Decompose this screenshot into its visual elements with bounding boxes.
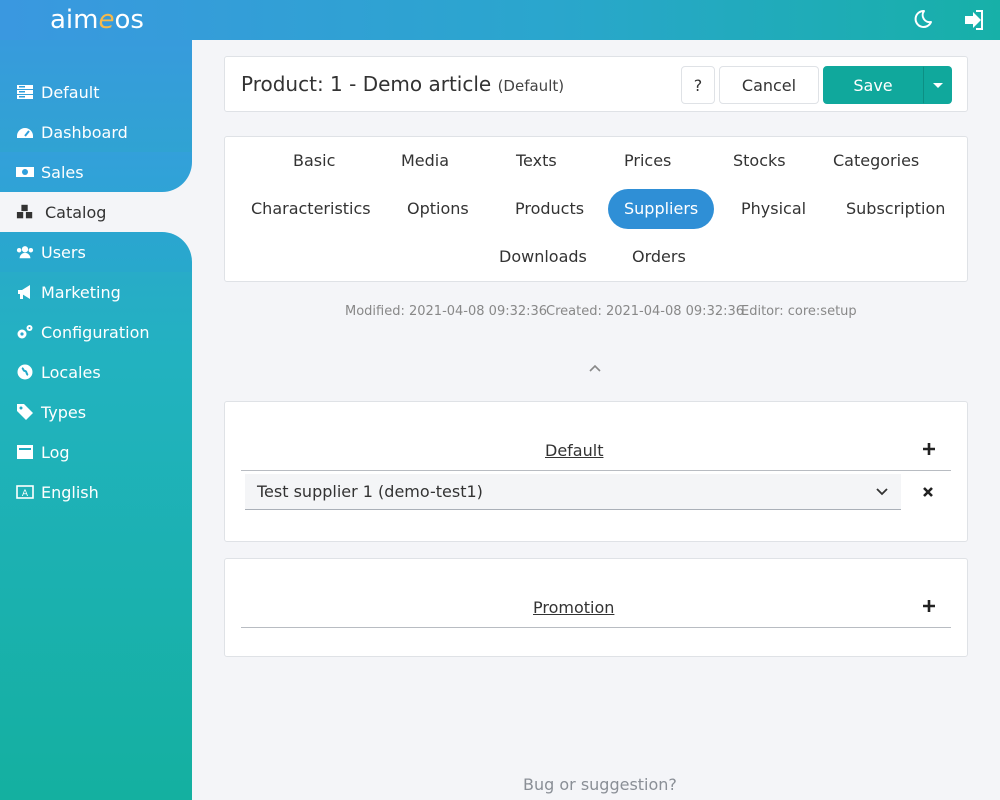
sidebar-item-label: Configuration	[41, 322, 150, 342]
plus-icon[interactable]	[922, 599, 936, 613]
tab-orders[interactable]: Orders	[616, 237, 702, 277]
tab-downloads[interactable]: Downloads	[483, 237, 603, 277]
logo[interactable]: aimeos	[50, 5, 144, 35]
tab-options[interactable]: Options	[391, 189, 485, 229]
sidebar-item-catalog[interactable]: Catalog	[0, 192, 192, 232]
logo-prefix: aim	[50, 5, 99, 35]
supplier-select[interactable]: Test supplier 1 (demo-test1)	[245, 474, 901, 510]
supplier-group-default: Default Test supplier 1 (demo-test1)	[224, 401, 968, 542]
sidebar-item-sales[interactable]: Sales	[0, 152, 192, 192]
supplier-select-value: Test supplier 1 (demo-test1)	[257, 482, 483, 501]
logo-suffix: os	[114, 5, 144, 35]
sidebar-item-label: Types	[41, 402, 87, 422]
sidebar-item-label: Catalog	[45, 202, 107, 222]
tab-navigation: Basic Media Texts Prices Stocks Categori…	[224, 136, 968, 282]
cancel-button[interactable]: Cancel	[719, 66, 819, 104]
sidebar-item-marketing[interactable]: Marketing	[0, 272, 192, 312]
sidebar-item-label: Sales	[41, 162, 84, 182]
group-title: Promotion	[533, 598, 615, 617]
users-icon	[16, 246, 34, 259]
title-text: Product: 1 - Demo article	[241, 72, 492, 96]
group-title: Default	[545, 441, 604, 460]
save-options-dropdown[interactable]	[923, 66, 952, 104]
cubes-icon	[16, 204, 33, 219]
tab-suppliers[interactable]: Suppliers	[608, 189, 715, 229]
sidebar-item-label: Locales	[41, 362, 101, 382]
created-info: Created: 2021-04-08 09:32:36	[546, 304, 745, 319]
tab-stocks[interactable]: Stocks	[717, 141, 802, 181]
tab-subscription[interactable]: Subscription	[830, 189, 961, 229]
plus-icon[interactable]	[922, 442, 936, 456]
dashboard-icon	[17, 128, 33, 138]
group-divider	[241, 627, 951, 628]
item-header: Product: 1 - Demo article (Default) ? Ca…	[224, 56, 968, 112]
globe-icon	[17, 364, 33, 380]
sidebar-item-label: English	[41, 482, 99, 502]
sidebar-nav: Default Dashboard Sales Catalog Users Ma…	[0, 72, 192, 512]
modified-info: Modified: 2021-04-08 09:32:36	[345, 304, 548, 319]
svg-text:A: A	[22, 489, 29, 499]
page-title: Product: 1 - Demo article (Default)	[241, 72, 564, 96]
save-button[interactable]: Save	[823, 66, 923, 104]
sidebar-item-locales[interactable]: Locales	[0, 352, 192, 392]
feedback-link[interactable]: Bug or suggestion?	[523, 775, 677, 794]
chevron-up-icon[interactable]	[587, 362, 603, 374]
tab-prices[interactable]: Prices	[608, 141, 687, 181]
logo-e: e	[98, 5, 115, 35]
inbox-icon	[17, 445, 33, 459]
server-icon	[17, 85, 33, 99]
tab-media[interactable]: Media	[385, 141, 465, 181]
sidebar-item-label: Log	[41, 442, 70, 462]
logout-icon[interactable]	[962, 8, 986, 32]
sidebar-item-label: Default	[41, 82, 100, 102]
editor-info: Editor: core:setup	[741, 304, 857, 319]
sidebar-item-log[interactable]: Log	[0, 432, 192, 472]
close-icon[interactable]	[922, 486, 934, 498]
tab-physical[interactable]: Physical	[725, 189, 822, 229]
sidebar-item-label: Dashboard	[41, 122, 128, 142]
tab-categories[interactable]: Categories	[817, 141, 935, 181]
help-button[interactable]: ?	[681, 66, 715, 104]
tab-texts[interactable]: Texts	[500, 141, 573, 181]
sidebar-item-label: Users	[41, 242, 86, 262]
sidebar-item-default[interactable]: Default	[0, 72, 192, 112]
site-label: (Default)	[497, 77, 565, 95]
money-icon	[16, 167, 34, 177]
bullhorn-icon	[18, 285, 30, 299]
tags-icon	[17, 404, 33, 420]
caret-down-icon	[932, 82, 943, 88]
language-icon: A	[16, 485, 34, 499]
sidebar-item-english[interactable]: A English	[0, 472, 192, 512]
sidebar-item-users[interactable]: Users	[0, 232, 192, 272]
sidebar-item-label: Marketing	[41, 282, 121, 302]
tab-basic[interactable]: Basic	[277, 141, 351, 181]
group-divider	[241, 470, 951, 471]
supplier-group-promotion: Promotion	[224, 558, 968, 657]
sidebar-item-dashboard[interactable]: Dashboard	[0, 112, 192, 152]
sidebar-item-types[interactable]: Types	[0, 392, 192, 432]
cogs-icon	[17, 325, 33, 339]
chevron-down-icon	[876, 488, 888, 496]
tab-products[interactable]: Products	[499, 189, 600, 229]
tab-characteristics[interactable]: Characteristics	[235, 189, 387, 229]
main-content: Product: 1 - Demo article (Default) ? Ca…	[192, 40, 1000, 800]
top-bar: aimeos	[0, 0, 1000, 40]
moon-icon[interactable]	[910, 8, 934, 32]
sidebar-item-configuration[interactable]: Configuration	[0, 312, 192, 352]
